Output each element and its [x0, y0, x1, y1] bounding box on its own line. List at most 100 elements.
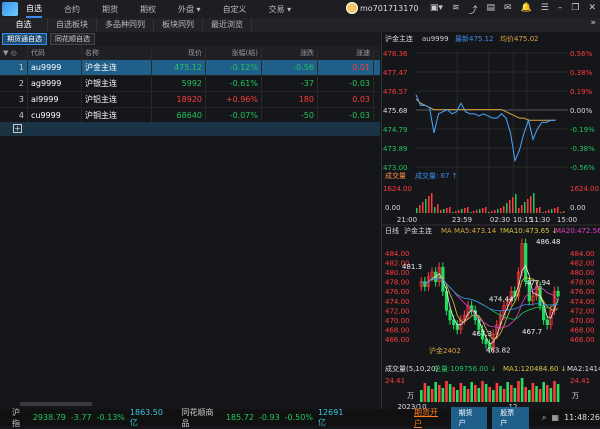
screen-icon[interactable]: ▣▾	[430, 3, 443, 16]
daily-volume-bar	[448, 384, 452, 402]
daily-volume-bar	[484, 384, 488, 402]
minimize-icon[interactable]: –	[558, 3, 563, 16]
ma20-value: MA20:472.56	[555, 227, 600, 235]
daily-volume-bar	[430, 389, 434, 402]
vol-tick: 0.00	[385, 204, 401, 212]
ma5-value: MA MA5:473.14 ↑	[441, 227, 504, 235]
share-icon[interactable]: ⤴	[469, 3, 478, 16]
table-row[interactable]: 1 au9999 沪金主连 475.12 -0.12% -0.56 0.01	[0, 60, 380, 76]
group-tabs: 期货通自选 同花顺自选	[0, 32, 380, 46]
nav-contracts[interactable]: 合约	[64, 2, 80, 17]
volume-bar	[434, 207, 436, 213]
col-code[interactable]: 代码	[28, 46, 82, 59]
username: mo701713170	[360, 3, 419, 13]
volume-bar	[539, 207, 541, 213]
top-bar: 自选 合约 期货 期权 外盘 ▾ 自定义 交易 ▾ mo701713170 ▣▾…	[0, 0, 600, 18]
avatar	[346, 2, 358, 14]
user-account[interactable]: mo701713170	[346, 2, 419, 14]
intraday-name: 沪金主连	[385, 34, 413, 43]
index-value: 2938.79	[32, 413, 66, 422]
search-icon[interactable]: ⌕	[542, 413, 546, 423]
price-annotation: 486.48	[536, 238, 561, 246]
intraday-avg: 均价475.02	[500, 34, 539, 43]
row-price: 5992	[152, 76, 206, 91]
volume-bar	[494, 210, 496, 213]
layers-icon[interactable]: ≋	[452, 3, 460, 16]
daily-tick: 484.00	[570, 250, 595, 258]
daily-label: 日线	[385, 226, 399, 235]
volume-bar	[563, 211, 565, 213]
daily-volume-bar	[524, 387, 527, 402]
calendar-icon[interactable]: ▤	[487, 3, 496, 16]
mail-icon[interactable]: ✉	[504, 3, 512, 16]
table-row[interactable]: 2 ag9999 沪银主连 5992 -0.61% -37 -0.03	[0, 76, 380, 92]
daily-volume-bar	[466, 389, 470, 402]
open-account-link[interactable]: 期货开户	[414, 407, 446, 429]
daily-tick: 470.00	[385, 317, 410, 325]
price-line	[415, 94, 556, 163]
volume-bar	[536, 208, 538, 213]
vol-tick: 1624.00	[570, 185, 599, 193]
futures-account-button[interactable]: 期货户	[450, 406, 488, 429]
network-icon: ▦	[551, 413, 560, 422]
ma10-value: MA10:473.65 ↓	[503, 227, 558, 235]
daily-volume-bar	[459, 383, 463, 402]
col-pct[interactable]: 涨幅(结)	[206, 46, 262, 59]
daily-volume-bar	[549, 388, 553, 402]
tab-watchlist[interactable]: 自选	[0, 18, 48, 32]
daily-tick: 482.00	[570, 260, 595, 268]
tab-recent[interactable]: 最近浏览	[203, 18, 252, 32]
tab-sector-same[interactable]: 板块同列	[154, 18, 203, 32]
nav-options[interactable]: 期权	[140, 2, 156, 17]
daily-tick: 472.00	[570, 307, 595, 315]
daily-volume-bar	[528, 390, 531, 402]
commodity-index-name[interactable]: 同花顺商品	[181, 407, 220, 429]
volume-bar	[482, 208, 484, 213]
volume-bar	[524, 202, 526, 213]
group-ths-watchlist[interactable]: 同花顺自选	[50, 33, 95, 45]
tab-watch-sector[interactable]: 自选板块	[48, 18, 97, 32]
restore-icon[interactable]: ❐	[571, 3, 579, 16]
table-row[interactable]: 3 al9999 沪铝主连 18920 +0.96% 180 0.03	[0, 92, 380, 108]
expand-icon[interactable]: »	[380, 18, 600, 32]
col-change[interactable]: 涨跌	[262, 46, 318, 59]
menu-icon[interactable]: ☰	[541, 3, 549, 16]
volume-bar	[557, 207, 559, 213]
daily-volume-bar	[517, 381, 520, 402]
nav-futures[interactable]: 期货	[102, 2, 118, 17]
close-icon[interactable]: ✕	[588, 3, 596, 16]
volume-bar	[545, 211, 547, 213]
vol-tick: 24.41	[385, 377, 405, 385]
nav-watchlist[interactable]: 自选	[26, 1, 42, 18]
col-name[interactable]: 名称	[82, 46, 152, 59]
add-icon[interactable]: +	[13, 124, 22, 133]
row-name: 沪银主连	[82, 76, 152, 91]
bell-icon[interactable]: 🔔	[521, 3, 532, 16]
daily-volume-bar	[452, 387, 455, 402]
nav-trade[interactable]: 交易 ▾	[269, 2, 292, 17]
nav-custom[interactable]: 自定义	[223, 2, 247, 17]
nav-foreign[interactable]: 外盘 ▾	[178, 2, 201, 17]
row-change: -50	[262, 108, 318, 123]
row-code: au9999	[28, 60, 82, 75]
filter-icon[interactable]: ▼ ◎	[0, 46, 28, 59]
daily-tick: 476.00	[385, 288, 410, 296]
commodity-pct: -0.50%	[284, 413, 313, 422]
horizontal-scrollbar[interactable]	[20, 402, 92, 406]
stock-account-button[interactable]: 股票户	[492, 406, 530, 429]
add-row[interactable]: +	[0, 122, 380, 136]
intraday-code: au9999	[422, 35, 449, 43]
tab-multi[interactable]: 多品种同列	[97, 18, 154, 32]
col-price[interactable]: 现价	[152, 46, 206, 59]
time-tick: 23:59	[452, 216, 472, 224]
group-futures-watchlist[interactable]: 期货通自选	[2, 33, 47, 45]
vol-total: 总量:109756.00 ↓	[434, 364, 496, 373]
status-bar: 沪指 2938.79 -3.77 -0.13% 1863.50亿 同花顺商品 1…	[0, 406, 600, 429]
volume-bar	[551, 209, 553, 213]
index-name[interactable]: 沪指	[12, 407, 28, 429]
charts[interactable]: 沪金主连 au9999 最新475.12 均价475.02 478.36 0.56% 477…	[382, 32, 600, 411]
col-speed[interactable]: 涨速	[318, 46, 374, 59]
commodity-change: -0.93	[258, 413, 280, 422]
daily-volume-bar	[535, 386, 538, 402]
daily-tick: 478.00	[570, 279, 595, 287]
